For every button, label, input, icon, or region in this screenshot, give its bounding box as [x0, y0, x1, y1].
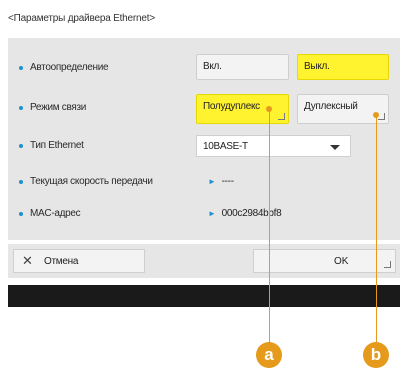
- bullet-icon: [19, 106, 23, 110]
- half-duplex-button[interactable]: Полудуплекс: [196, 94, 289, 124]
- mac-address-label: MAC-адрес: [30, 208, 81, 219]
- ok-label: OK: [334, 256, 349, 267]
- auto-detect-label: Автоопределение: [30, 62, 109, 73]
- arrow-right-icon: ►: [208, 177, 216, 186]
- settings-panel: Автоопределение Вкл. Выкл. Режим связи П…: [8, 38, 400, 240]
- half-duplex-label: Полудуплекс: [203, 101, 260, 112]
- callout-b-badge: b: [363, 342, 389, 368]
- callout-a-line: [268, 110, 270, 346]
- cancel-button[interactable]: ✕ Отмена: [13, 249, 145, 273]
- close-icon: ✕: [22, 253, 33, 268]
- row-mac-address: MAC-адрес ► 000c2984bbf8: [8, 200, 400, 228]
- transfer-speed-value: ► ----: [208, 176, 234, 187]
- mac-address-text: 000c2984bbf8: [221, 208, 282, 219]
- resize-corner-icon: [278, 113, 285, 120]
- ethernet-type-dropdown[interactable]: 10BASE-T: [196, 135, 351, 157]
- ethernet-type-label: Тип Ethernet: [30, 140, 84, 151]
- auto-on-button[interactable]: Вкл.: [196, 54, 289, 80]
- status-bar: [8, 285, 400, 307]
- cancel-label: Отмена: [44, 256, 79, 267]
- page-title: <Параметры драйвера Ethernet>: [8, 13, 155, 24]
- callout-b-line: [375, 116, 377, 346]
- bullet-icon: [19, 66, 23, 70]
- row-transfer-speed: Текущая скорость передачи ► ----: [8, 168, 400, 196]
- bullet-icon: [19, 180, 23, 184]
- row-comm-mode: Режим связи Полудуплекс Дуплексный: [8, 94, 400, 124]
- row-ethernet-type: Тип Ethernet 10BASE-T: [8, 132, 400, 160]
- resize-corner-icon: [384, 261, 391, 268]
- bullet-icon: [19, 212, 23, 216]
- full-duplex-label: Дуплексный: [304, 101, 358, 112]
- action-bar: ✕ Отмена OK: [8, 244, 400, 278]
- transfer-speed-text: ----: [221, 176, 234, 187]
- row-auto-detect: Автоопределение Вкл. Выкл.: [8, 54, 400, 82]
- callout-a-badge: a: [256, 342, 282, 368]
- transfer-speed-label: Текущая скорость передачи: [30, 176, 153, 187]
- ethernet-type-value: 10BASE-T: [203, 141, 248, 152]
- chevron-down-icon: [330, 145, 340, 150]
- auto-off-button[interactable]: Выкл.: [297, 54, 389, 80]
- arrow-right-icon: ►: [208, 209, 216, 218]
- resize-corner-icon: [378, 113, 385, 120]
- comm-mode-label: Режим связи: [30, 102, 87, 113]
- mac-address-value: ► 000c2984bbf8: [208, 208, 282, 219]
- bullet-icon: [19, 144, 23, 148]
